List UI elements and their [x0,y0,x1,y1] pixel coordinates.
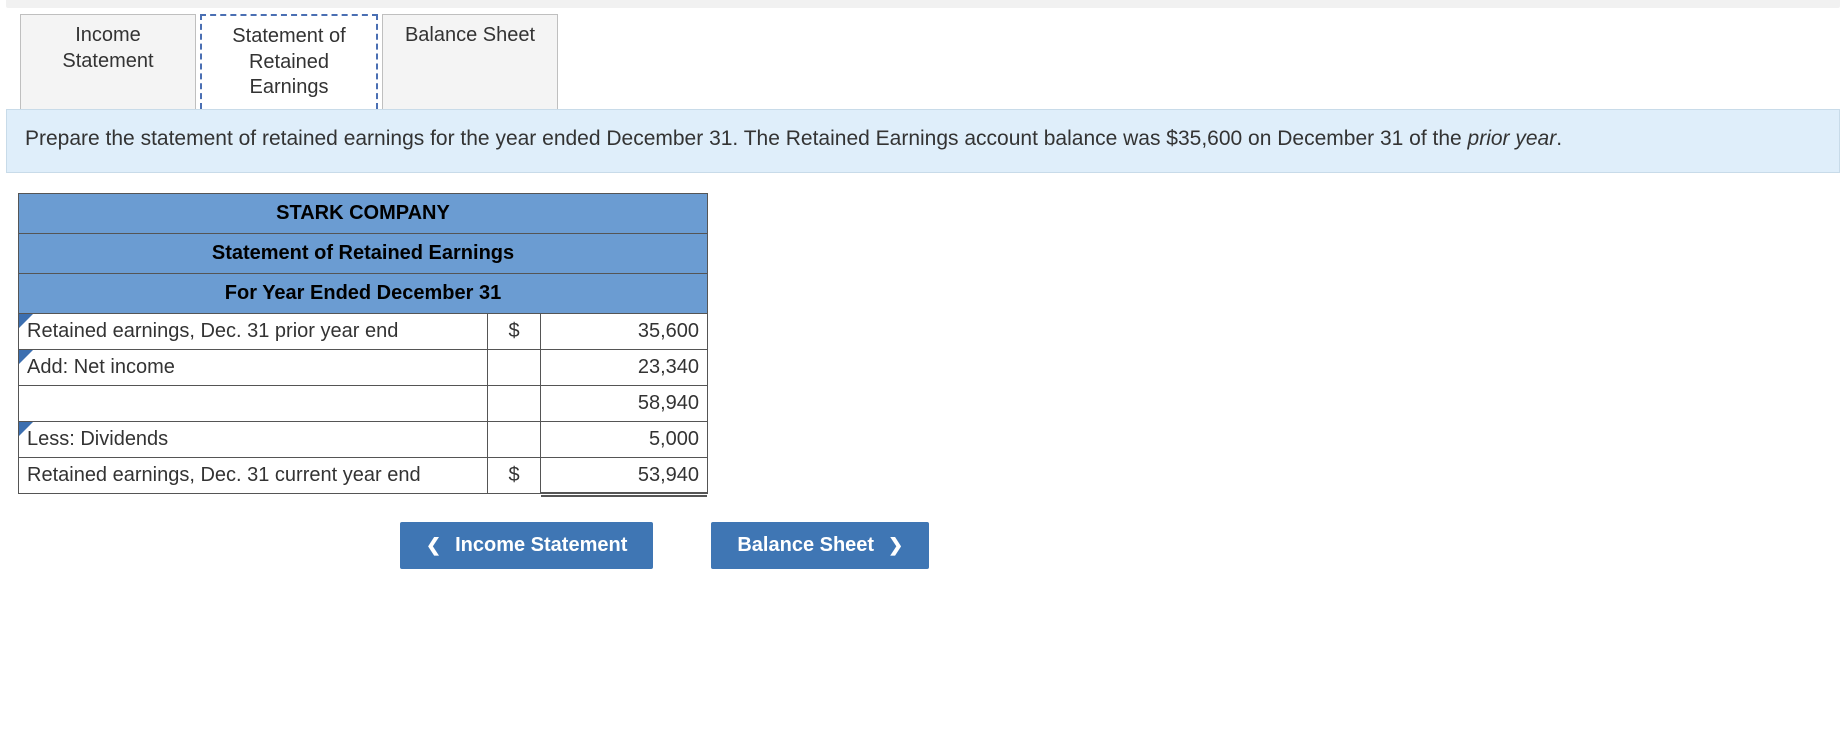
row-label-input[interactable]: Less: Dividends [19,422,488,458]
table-row: Retained earnings, Dec. 31 current year … [19,458,708,494]
tab-label: Income Statement [62,24,153,72]
tab-label: Balance Sheet [405,24,535,46]
instructions-em: prior year [1468,127,1557,150]
prev-button[interactable]: ❮ Income Statement [400,522,653,569]
tabs: Income Statement Statement of Retained E… [6,8,1840,109]
row-symbol [488,386,541,422]
page: Income Statement Statement of Retained E… [0,8,1846,609]
row-value-input[interactable]: 5,000 [541,422,708,458]
statement-wrap: STARK COMPANY Statement of Retained Earn… [18,193,1840,494]
statement-title: Statement of Retained Earnings [19,234,708,274]
table-row: 58,940 [19,386,708,422]
next-button-label: Balance Sheet [737,534,874,557]
statement-period: For Year Ended December 31 [19,274,708,314]
row-label-input[interactable] [19,386,488,422]
row-value-input[interactable]: 58,940 [541,386,708,422]
tab-label: Statement of Retained Earnings [232,25,345,98]
next-button[interactable]: Balance Sheet ❯ [711,522,929,569]
instructions-text-b: . [1556,127,1562,150]
row-value: 53,940 [541,458,708,494]
row-symbol [488,422,541,458]
prev-button-label: Income Statement [455,534,627,557]
nav-row: ❮ Income Statement Balance Sheet ❯ [18,522,1840,569]
header-title-row: Statement of Retained Earnings [19,234,708,274]
top-strip [6,0,1840,8]
header-period-row: For Year Ended December 31 [19,274,708,314]
table-row: Retained earnings, Dec. 31 prior year en… [19,314,708,350]
table-row: Less: Dividends 5,000 [19,422,708,458]
row-label-input[interactable]: Add: Net income [19,350,488,386]
row-symbol: $ [488,314,541,350]
table-row: Add: Net income 23,340 [19,350,708,386]
row-symbol [488,350,541,386]
company-name: STARK COMPANY [19,194,708,234]
tab-retained-earnings[interactable]: Statement of Retained Earnings [200,14,378,109]
tab-balance-sheet[interactable]: Balance Sheet [382,14,558,109]
row-value-input[interactable]: 23,340 [541,350,708,386]
header-company-row: STARK COMPANY [19,194,708,234]
statement-table: STARK COMPANY Statement of Retained Earn… [18,193,708,494]
instructions-banner: Prepare the statement of retained earnin… [6,109,1840,173]
row-label: Retained earnings, Dec. 31 current year … [19,458,488,494]
row-label-input[interactable]: Retained earnings, Dec. 31 prior year en… [19,314,488,350]
chevron-left-icon: ❮ [426,535,441,556]
chevron-right-icon: ❯ [888,535,903,556]
tab-income-statement[interactable]: Income Statement [20,14,196,109]
row-symbol: $ [488,458,541,494]
instructions-text-a: Prepare the statement of retained earnin… [25,127,1468,150]
row-value-input[interactable]: 35,600 [541,314,708,350]
